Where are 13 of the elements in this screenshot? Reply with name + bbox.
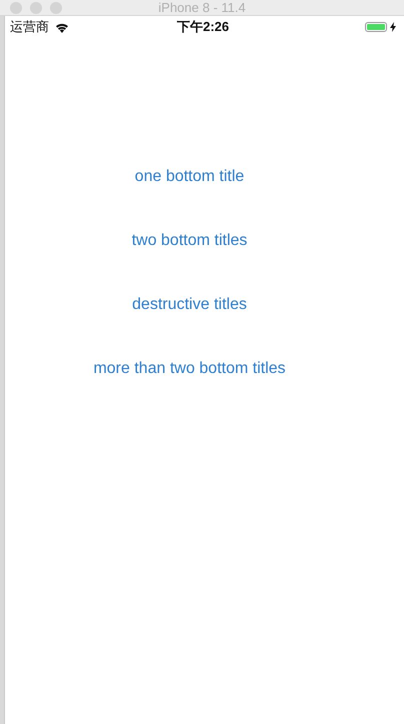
window-control-button[interactable] xyxy=(50,2,62,14)
battery-icon xyxy=(365,22,387,32)
menu-link[interactable]: two bottom titles xyxy=(132,230,248,252)
charging-bolt-icon xyxy=(390,22,396,32)
wifi-icon xyxy=(55,22,69,32)
carrier-label: 运营商 xyxy=(10,18,49,36)
menu-link[interactable]: destructive titles xyxy=(132,294,247,316)
menu-link[interactable]: one bottom title xyxy=(134,166,244,188)
window-title: iPhone 8 - 11.4 xyxy=(158,0,246,15)
window-control-button[interactable] xyxy=(30,2,42,14)
window-control-button[interactable] xyxy=(10,2,22,14)
menu-link[interactable]: more than two bottom titles xyxy=(93,358,286,380)
clock-time: 下午2:26 xyxy=(176,18,230,36)
